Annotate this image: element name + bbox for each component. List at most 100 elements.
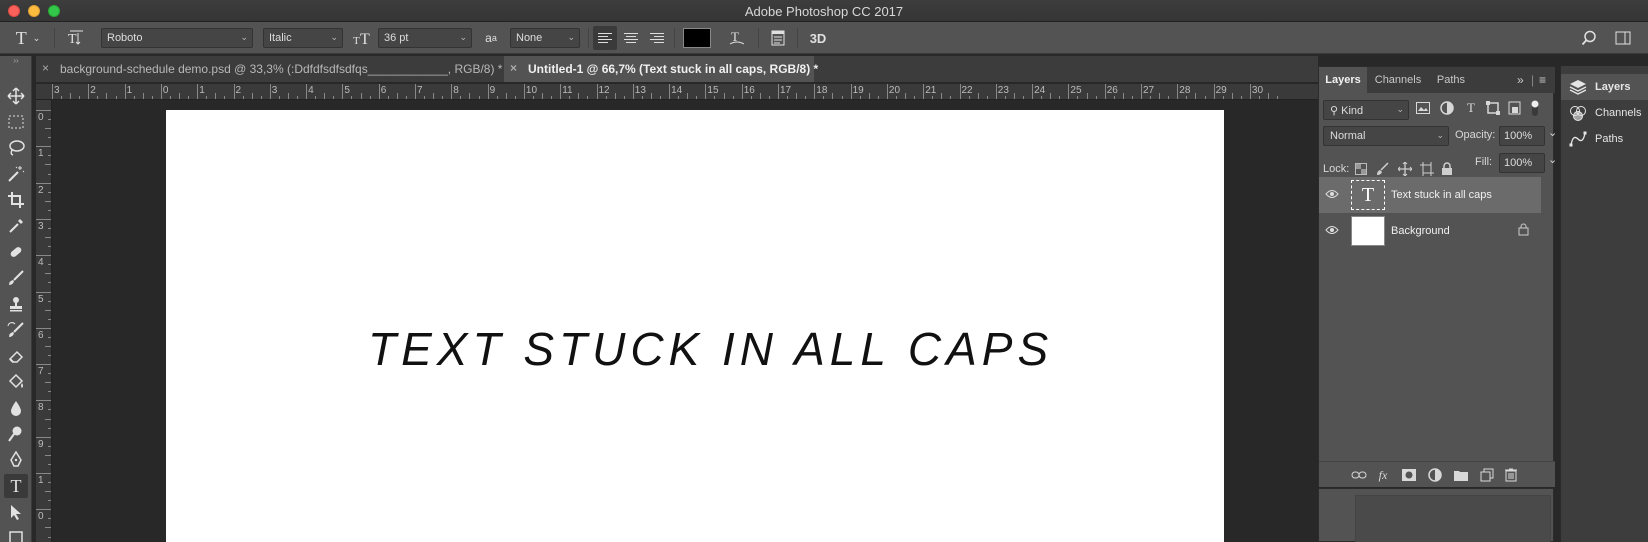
marquee-tool[interactable] [4,110,28,134]
ruler-tick [36,400,51,402]
ruler-label: 26 [1106,85,1118,96]
type-tool[interactable]: T [4,474,28,498]
ruler-minor-tick [215,93,217,99]
font-family-select[interactable]: Roboto ⌄ [101,28,253,48]
search-button[interactable] [1578,28,1600,48]
ruler-tick [1141,84,1142,99]
tab-background-schedule[interactable]: × background-schedule demo.psd @ 33,3% (… [36,56,503,82]
new-group-icon[interactable] [1453,467,1469,483]
lock-artboard-icon[interactable] [1419,161,1435,177]
collapse-panel-icon[interactable]: » [1517,73,1524,87]
workspace-switcher-button[interactable] [1612,28,1634,48]
move-tool[interactable] [4,84,28,108]
blur-tool[interactable] [4,396,28,420]
eraser-tool[interactable] [4,344,28,368]
background-layer-thumbnail [1351,216,1385,246]
filter-pixel-icon[interactable] [1415,100,1431,116]
layer-filter-kind-select[interactable]: ⚲ Kind ⌄ [1323,100,1409,120]
fx-button[interactable]: fx [1375,467,1391,483]
visibility-eye-icon[interactable] [1325,224,1341,238]
close-icon[interactable]: × [42,61,49,75]
dodge-tool[interactable] [4,422,28,446]
healing-brush-tool[interactable] [4,240,28,264]
lock-image-pixels-icon[interactable] [1375,161,1391,177]
close-icon[interactable]: × [510,61,517,75]
font-family-value: Roboto [107,32,143,44]
history-brush-tool[interactable] [4,318,28,342]
filter-shape-icon[interactable] [1485,100,1501,116]
align-left-button[interactable] [593,26,617,50]
font-size-value: 36 pt [384,32,409,44]
paint-bucket-tool[interactable] [4,370,28,394]
adjustment-layer-icon[interactable] [1427,467,1443,483]
tab-channels[interactable]: Channels [1367,67,1429,93]
add-mask-icon[interactable] [1401,467,1417,483]
canvas-area[interactable]: TEXT STUCK IN ALL CAPS [52,100,1318,542]
tab-paths[interactable]: Paths [1429,67,1473,93]
dock-paths[interactable]: Paths [1561,126,1648,152]
text-layer-thumbnail: T [1351,180,1385,210]
brush-tool[interactable] [4,266,28,290]
lock-transparent-pixels-icon[interactable] [1353,161,1369,177]
clone-stamp-tool[interactable] [4,292,28,316]
fill-input[interactable]: 100% [1499,153,1545,173]
tab-untitled-1[interactable]: × Untitled-1 @ 66,7% (Text stuck in all … [504,56,818,82]
lasso-tool[interactable] [4,136,28,160]
tools-panel: ›› T [0,56,32,542]
layer-row-background[interactable]: Background [1319,213,1541,249]
eyedropper-tool[interactable] [4,214,28,238]
align-center-button[interactable] [619,26,643,50]
delete-layer-icon[interactable] [1503,467,1519,483]
blend-mode-select[interactable]: Normal ⌄ [1323,126,1449,146]
filter-adjustment-icon[interactable] [1439,100,1455,116]
chevron-down-icon[interactable]: ⌄ [1548,126,1557,139]
tab-layers[interactable]: Layers [1319,67,1367,93]
filter-toggle-icon[interactable] [1527,100,1543,116]
opacity-input[interactable]: 100% [1499,126,1545,146]
ruler-minor-tick [1086,93,1088,99]
ruler-tick [1249,84,1251,99]
new-layer-icon[interactable] [1479,467,1495,483]
dock-channels[interactable]: Channels [1561,100,1648,126]
ruler-tick [487,84,489,99]
filter-type-icon[interactable]: T [1463,100,1479,116]
text-color-swatch[interactable] [683,28,711,48]
character-panel-button[interactable] [767,28,789,48]
ruler-label: 2 [38,184,44,196]
divider [674,28,675,48]
panel-menu-icon[interactable]: ≡ [1539,73,1546,87]
ruler-label: 3 [38,220,44,232]
ruler-tick [36,255,51,257]
path-selection-tool[interactable] [4,500,28,524]
pen-tool[interactable] [4,448,28,472]
warp-text-button[interactable]: T [725,28,749,48]
layer-row-text[interactable]: T Text stuck in all caps [1319,177,1541,213]
font-size-select[interactable]: 36 pt ⌄ [378,28,472,48]
layer-name[interactable]: Background [1391,225,1450,237]
document-canvas[interactable]: TEXT STUCK IN ALL CAPS [166,110,1224,542]
canvas-text-layer[interactable]: TEXT STUCK IN ALL CAPS [368,322,1053,376]
filter-smart-object-icon[interactable] [1507,100,1523,116]
ruler-minor-tick [1195,93,1197,99]
3d-button[interactable]: 3D [805,28,831,48]
dock-layers[interactable]: Layers [1561,74,1648,100]
font-style-select[interactable]: Italic ⌄ [263,28,343,48]
lock-icon[interactable] [1518,223,1529,239]
layer-name[interactable]: Text stuck in all caps [1391,189,1492,201]
crop-tool[interactable] [4,188,28,212]
ruler-minor-tick [687,93,689,99]
link-layers-icon[interactable] [1351,467,1367,483]
anti-alias-select[interactable]: None ⌄ [510,28,580,48]
svg-text:T: T [68,32,77,46]
rectangle-tool[interactable] [4,526,28,542]
tool-preset-picker[interactable]: T ⌄ [10,28,46,48]
align-right-button[interactable] [645,26,669,50]
magic-wand-tool[interactable] [4,162,28,186]
lock-all-icon[interactable] [1439,161,1455,177]
lock-position-icon[interactable] [1397,161,1413,177]
collapse-arrows-icon[interactable]: ›› [0,56,32,66]
chevron-down-icon[interactable]: ⌄ [1548,153,1557,166]
toggle-text-orientation-button[interactable]: T [64,28,88,48]
visibility-eye-icon[interactable] [1325,188,1341,202]
ruler-tick [814,84,816,99]
